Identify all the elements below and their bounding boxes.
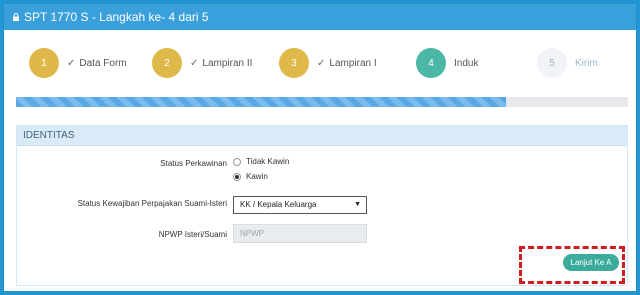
radio-tidak-kawin[interactable]: Tidak Kawin bbox=[233, 157, 289, 166]
step-4-circle: 4 bbox=[416, 48, 446, 78]
step-3-circle: 3 bbox=[279, 48, 309, 78]
section-title: IDENTITAS bbox=[17, 126, 627, 146]
lock-icon bbox=[13, 13, 19, 21]
window-title: SPT 1770 S - Langkah ke- 4 dari 5 bbox=[24, 10, 209, 24]
radio-kawin[interactable]: Kawin bbox=[233, 172, 268, 181]
step-4-label: Induk bbox=[454, 57, 479, 69]
radio-kawin-label: Kawin bbox=[246, 172, 268, 181]
check-icon: ✓ bbox=[190, 57, 199, 69]
radio-tidak-kawin-label: Tidak Kawin bbox=[246, 157, 290, 166]
step-2-label: Lampiran II bbox=[202, 57, 253, 69]
step-1-circle: 1 bbox=[29, 48, 59, 78]
check-icon: ✓ bbox=[67, 57, 76, 69]
step-1[interactable]: 1 ✓ Data Form bbox=[29, 48, 127, 78]
status-perkawinan-label: Status Perkawinan bbox=[160, 159, 227, 168]
progress-fill bbox=[16, 97, 506, 107]
npwp-label: NPWP Isteri/Suami bbox=[158, 230, 227, 239]
title-bar: SPT 1770 S - Langkah ke- 4 dari 5 bbox=[4, 4, 636, 30]
wizard-window: SPT 1770 S - Langkah ke- 4 dari 5 1 ✓ Da… bbox=[3, 3, 637, 292]
kewajiban-select[interactable]: KK / Kepala Keluarga ▼ bbox=[233, 196, 367, 214]
step-2-circle: 2 bbox=[152, 48, 182, 78]
progress-bar bbox=[16, 97, 628, 107]
wizard-steps: 1 ✓ Data Form 2 ✓ Lampiran II 3 ✓ Lampir… bbox=[4, 42, 636, 86]
radio-tidak-kawin-dot[interactable] bbox=[233, 157, 241, 166]
lanjut-button[interactable]: Lanjut Ke A bbox=[563, 254, 619, 271]
check-icon: ✓ bbox=[317, 57, 326, 69]
radio-kawin-dot[interactable] bbox=[233, 172, 241, 181]
step-5-label: Kirim bbox=[575, 57, 598, 69]
caret-down-icon: ▼ bbox=[354, 201, 361, 208]
step-5-circle: 5 bbox=[537, 48, 567, 78]
kewajiban-value: KK / Kepala Keluarga bbox=[240, 200, 317, 209]
step-5[interactable]: 5 Kirim bbox=[537, 48, 598, 78]
kewajiban-label: Status Kewajiban Perpajakan Suami-Isteri bbox=[77, 199, 227, 208]
npwp-input[interactable]: NPWP bbox=[233, 224, 367, 243]
step-1-label: Data Form bbox=[79, 57, 127, 69]
step-2[interactable]: 2 ✓ Lampiran II bbox=[152, 48, 252, 78]
step-3[interactable]: 3 ✓ Lampiran I bbox=[279, 48, 377, 78]
step-4[interactable]: 4 Induk bbox=[416, 48, 478, 78]
step-3-label: Lampiran I bbox=[329, 57, 377, 69]
